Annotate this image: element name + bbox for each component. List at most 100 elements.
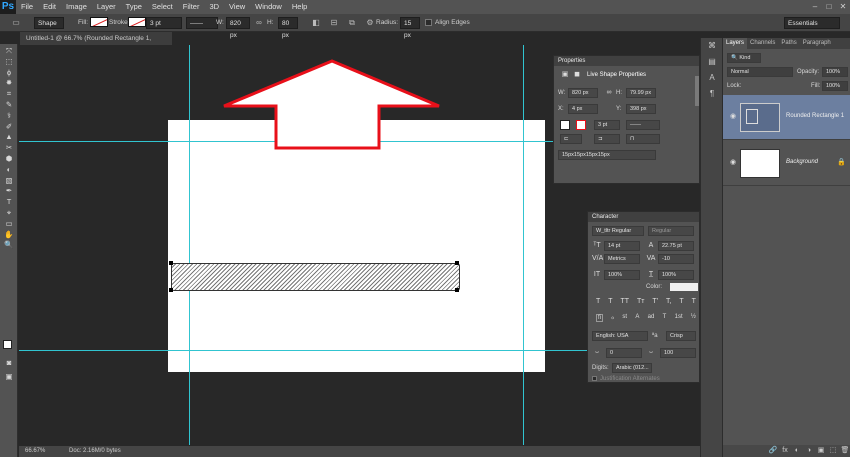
menu-file[interactable]: File: [16, 0, 38, 14]
corner-radius-field[interactable]: 15px15px15px15px: [558, 150, 656, 160]
opentype-feature-button[interactable]: ℴ: [611, 314, 614, 322]
foreground-color[interactable]: [3, 340, 12, 349]
pen-tool-icon[interactable]: T: [0, 197, 18, 208]
menu-type[interactable]: Type: [121, 0, 147, 14]
layer-row[interactable]: ◉ Rounded Rectangle 1: [723, 95, 850, 140]
stroke-corners-select[interactable]: ⊓: [626, 134, 660, 144]
hand-tool-icon[interactable]: 🔍: [0, 240, 18, 251]
stroke-swatch[interactable]: [576, 120, 586, 130]
type-style-button[interactable]: T: [679, 298, 683, 305]
radius-field[interactable]: 15 px: [400, 17, 420, 39]
paragraph-icon[interactable]: ¶: [701, 86, 723, 102]
rounded-rectangle-shape[interactable]: [171, 263, 460, 291]
menu-filter[interactable]: Filter: [178, 0, 205, 14]
menu-image[interactable]: Image: [61, 0, 92, 14]
crop-tool-icon[interactable]: ⌗: [0, 89, 18, 100]
opentype-feature-button[interactable]: fi: [596, 314, 603, 322]
path-select-tool-icon[interactable]: ▭: [0, 219, 18, 230]
language-select[interactable]: English: USA: [592, 331, 648, 341]
shape-icon[interactable]: ◼: [572, 70, 582, 80]
type-style-button[interactable]: T: [608, 298, 612, 305]
close-button[interactable]: ✕: [836, 0, 850, 14]
link-icon[interactable]: ∞: [604, 88, 614, 98]
menu-edit[interactable]: Edit: [38, 0, 61, 14]
menu-window[interactable]: Window: [250, 0, 287, 14]
tab-channels[interactable]: Channels: [747, 38, 778, 49]
type-style-button[interactable]: T': [652, 298, 658, 305]
stroke-caps-select[interactable]: ⊐: [594, 134, 620, 144]
width-select-2[interactable]: 100: [660, 348, 696, 358]
group-icon[interactable]: ▣: [815, 445, 827, 457]
eyedropper-tool-icon[interactable]: ✎: [0, 100, 18, 111]
layer-name[interactable]: Rounded Rectangle 1: [786, 113, 844, 119]
move-tool-icon[interactable]: ⤧: [0, 46, 18, 57]
marquee-tool-icon[interactable]: ⬚: [0, 57, 18, 68]
link-icon[interactable]: ∞: [253, 17, 265, 29]
width-field[interactable]: 820 px: [226, 17, 250, 39]
lock-icon[interactable]: 🔒: [837, 158, 846, 166]
clone-stamp-tool-icon[interactable]: ▲: [0, 132, 18, 143]
gear-icon[interactable]: ⚙: [364, 17, 376, 29]
opentype-feature-button[interactable]: ½: [691, 314, 696, 322]
transform-handle[interactable]: [169, 261, 173, 265]
arrow-shape[interactable]: [221, 59, 443, 151]
path-arrangement-icon[interactable]: ⧉: [346, 17, 358, 29]
guide-vertical[interactable]: [523, 45, 524, 445]
lasso-tool-icon[interactable]: ϕ: [0, 68, 18, 79]
minimize-button[interactable]: –: [808, 0, 822, 14]
leading-field[interactable]: 22.75 pt: [658, 241, 694, 251]
y-field[interactable]: 398 px: [626, 104, 656, 114]
trash-icon[interactable]: 🗑: [839, 445, 850, 457]
layer-name[interactable]: Background: [786, 159, 818, 165]
fill-swatch[interactable]: [560, 120, 570, 130]
opentype-feature-button[interactable]: 1st: [675, 314, 683, 322]
menu-layer[interactable]: Layer: [92, 0, 121, 14]
height-field[interactable]: 79.99 px: [626, 88, 656, 98]
properties-icon[interactable]: ▤: [701, 54, 723, 70]
maximize-button[interactable]: □: [822, 0, 836, 14]
blur-tool-icon[interactable]: ▧: [0, 176, 18, 187]
fill-swatch[interactable]: [90, 17, 108, 29]
width-field[interactable]: 820 px: [568, 88, 598, 98]
tracking-select[interactable]: -10: [658, 254, 694, 264]
blend-mode-select[interactable]: Normal: [727, 67, 793, 77]
tab-layers[interactable]: Layers: [723, 38, 748, 49]
type-tool-icon[interactable]: ⌖: [0, 208, 18, 219]
character-icon[interactable]: A: [701, 70, 723, 86]
stroke-width-field[interactable]: 3 pt: [594, 120, 620, 130]
type-style-button[interactable]: T: [692, 298, 696, 305]
doc-size[interactable]: Doc: 2.16M/0 bytes: [69, 448, 121, 454]
quick-mask-icon[interactable]: ◙: [0, 358, 18, 369]
fill-field[interactable]: 100%: [822, 81, 848, 91]
menu-select[interactable]: Select: [147, 0, 178, 14]
eye-icon[interactable]: ◉: [728, 112, 738, 120]
kerning-select[interactable]: Metrics: [604, 254, 640, 264]
width-select-1[interactable]: 0: [606, 348, 642, 358]
type-style-button[interactable]: T: [596, 298, 600, 305]
layer-filter-select[interactable]: 🔍 Kind: [727, 53, 761, 63]
font-style-select[interactable]: Regular: [648, 226, 694, 236]
tool-mode-select[interactable]: Shape: [34, 17, 64, 29]
text-color-swatch[interactable]: [670, 283, 698, 291]
brush-tool-icon[interactable]: ✐: [0, 122, 18, 133]
type-style-button[interactable]: Tт: [637, 298, 644, 305]
workspace-select[interactable]: Essentials: [784, 17, 840, 29]
x-field[interactable]: 4 px: [568, 104, 598, 114]
font-family-select[interactable]: W_tltr Regular: [592, 226, 644, 236]
opacity-field[interactable]: 100%: [822, 67, 848, 77]
menu-view[interactable]: View: [224, 0, 250, 14]
stroke-align-select[interactable]: ⊏: [560, 134, 582, 144]
healing-tool-icon[interactable]: ⚕: [0, 111, 18, 122]
shape-tool-icon[interactable]: ✋: [0, 230, 18, 241]
height-field[interactable]: 80 px: [278, 17, 298, 39]
gradient-tool-icon[interactable]: ◐: [0, 165, 18, 176]
document-tab[interactable]: Untitled-1 @ 66.7% (Rounded Rectangle 1,…: [20, 32, 172, 55]
mask-icon[interactable]: ◐: [791, 445, 803, 457]
path-operations-icon[interactable]: ◧: [310, 17, 322, 29]
screen-mode-icon[interactable]: ▣: [0, 372, 18, 383]
antialias-select[interactable]: Crisp: [666, 331, 696, 341]
history-icon[interactable]: ⌘: [701, 38, 723, 54]
document-canvas[interactable]: [168, 120, 545, 372]
opentype-feature-button[interactable]: ad: [648, 314, 655, 322]
stroke-type-select[interactable]: ——: [186, 17, 218, 29]
